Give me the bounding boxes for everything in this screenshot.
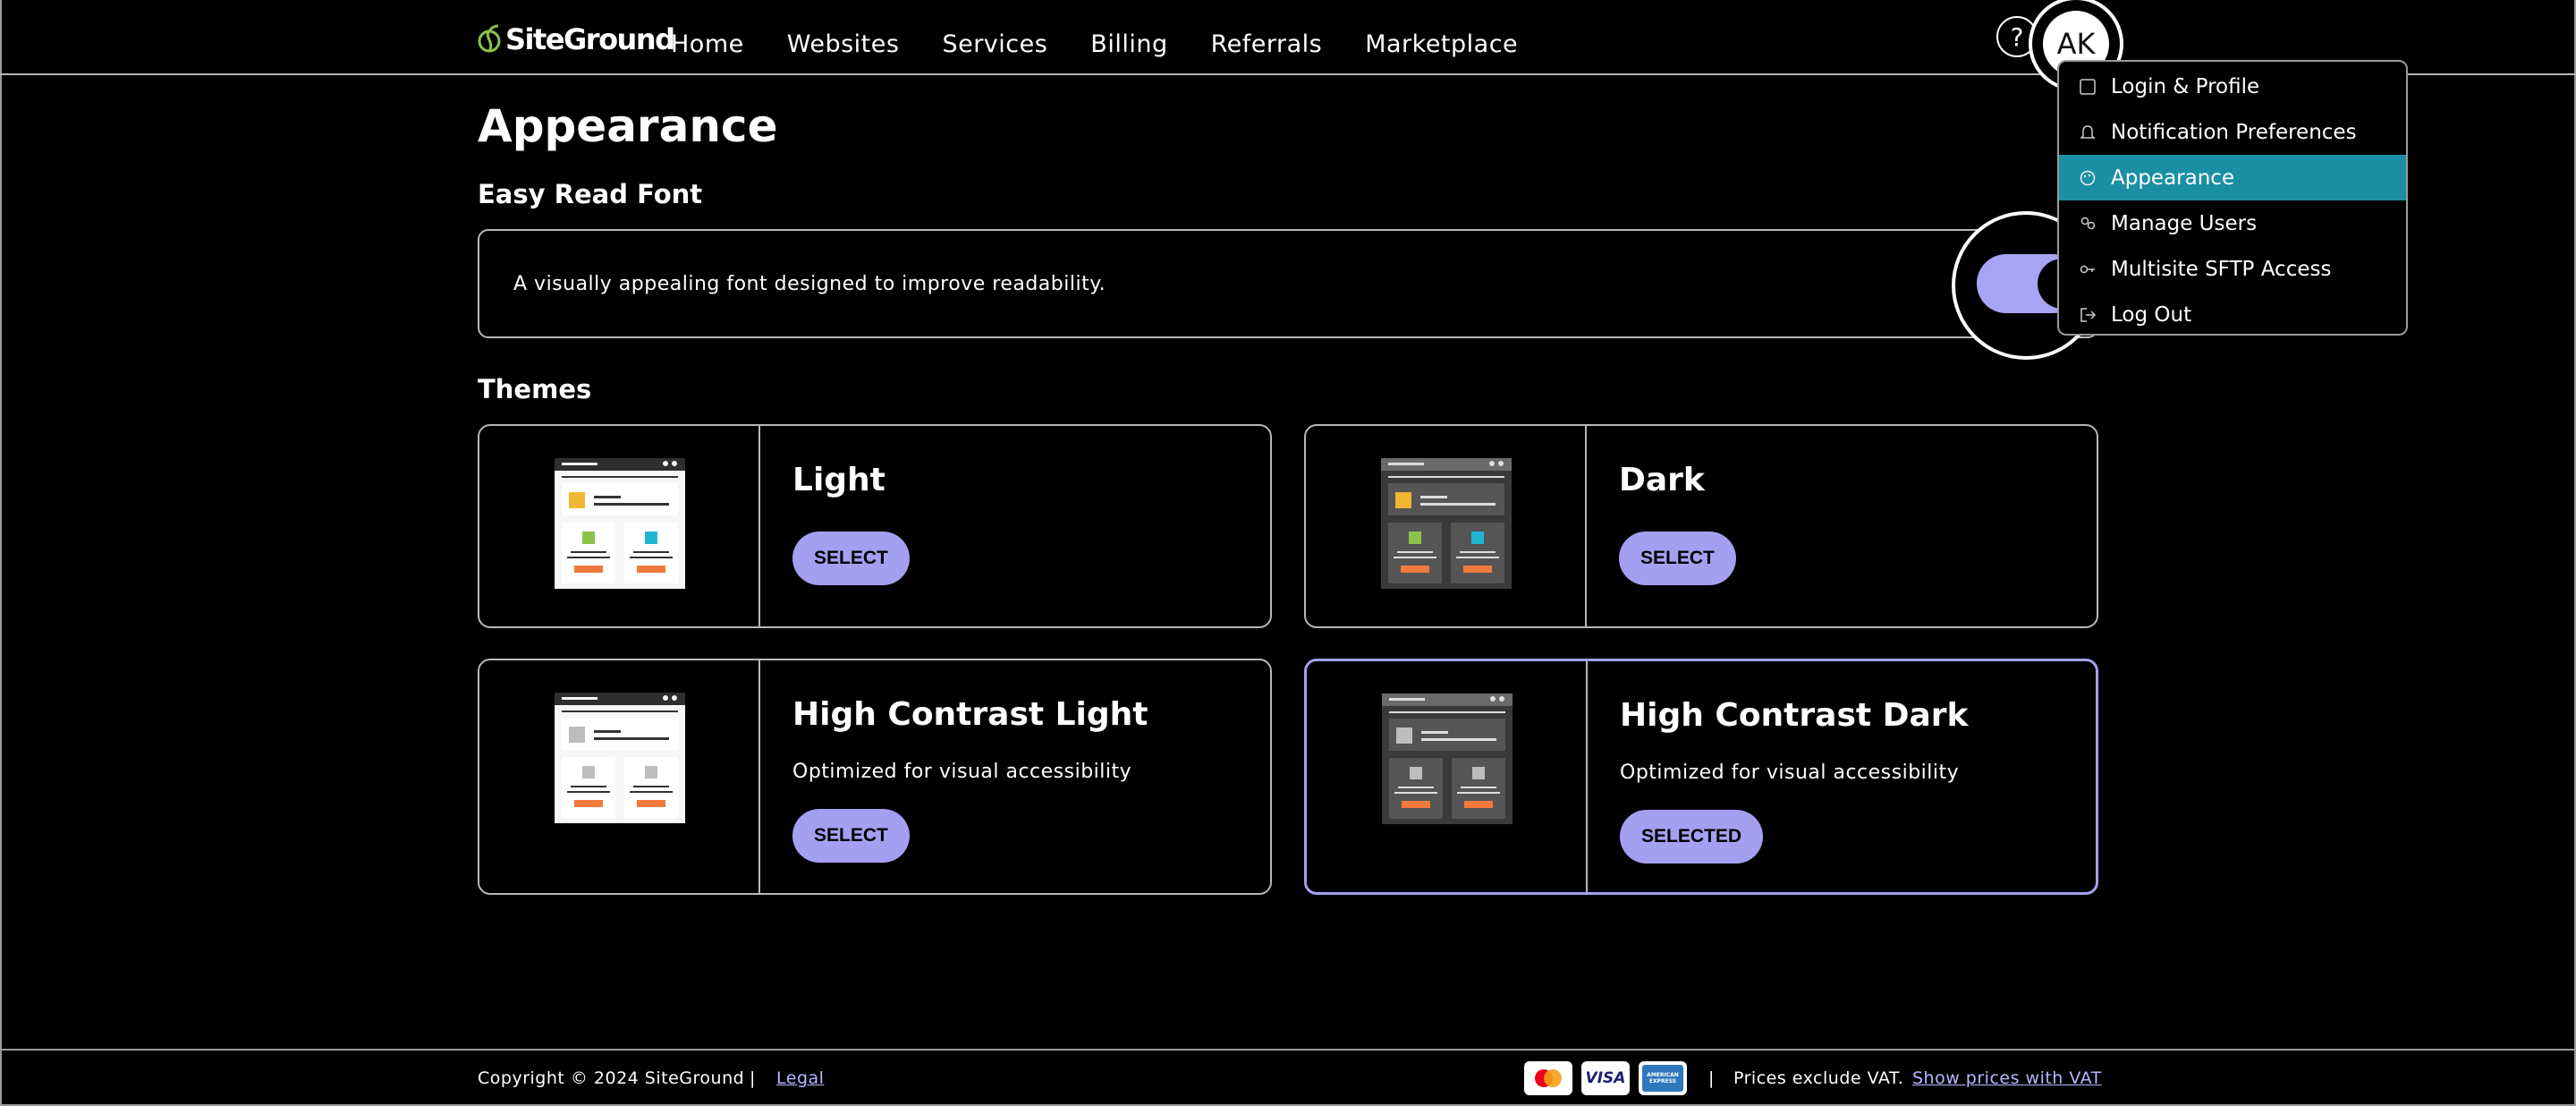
mastercard-icon [1524, 1061, 1572, 1095]
theme-preview-column [479, 426, 760, 626]
visa-icon: VISA [1581, 1061, 1630, 1095]
themes-title: Themes [478, 374, 592, 404]
logout-icon [2080, 308, 2097, 322]
theme-preview-column [1306, 426, 1587, 626]
amex-text: AMERICAN EXPRESS [1642, 1065, 1683, 1092]
nav-home[interactable]: Home [671, 30, 744, 58]
nav-marketplace[interactable]: Marketplace [1365, 30, 1518, 58]
theme-preview-column [1307, 661, 1588, 892]
easy-read-font-description: A visually appealing font designed to im… [513, 273, 1106, 295]
theme-card-dark: Dark SELECT [1304, 424, 2098, 628]
user-menu-dropdown: Login & Profile Notification Preferences… [2057, 60, 2408, 336]
theme-card-light: Light SELECT [478, 424, 1272, 628]
theme-name: Dark [1619, 462, 1705, 498]
menu-item-appearance[interactable]: Appearance [2059, 155, 2406, 200]
vat-note: Prices exclude VAT. [1733, 1068, 1904, 1088]
theme-name: Light [792, 462, 886, 498]
menu-item-label: Multisite SFTP Access [2111, 257, 2332, 281]
palette-icon [2080, 170, 2096, 186]
legal-link[interactable]: Legal [776, 1068, 824, 1088]
key-icon [2080, 265, 2095, 274]
footer-separator-2: | [1708, 1068, 1715, 1088]
select-dark-theme-button[interactable]: SELECT [1619, 532, 1736, 585]
nav-billing[interactable]: Billing [1090, 30, 1167, 58]
theme-card-high-contrast-dark: High Contrast Dark Optimized for visual … [1304, 659, 2098, 895]
copyright-text: Copyright © 2024 SiteGround [478, 1068, 745, 1088]
theme-name: High Contrast Light [792, 696, 1148, 733]
nav-referrals[interactable]: Referrals [1211, 30, 1323, 58]
menu-item-label: Notification Preferences [2111, 120, 2357, 144]
menu-item-manage-users[interactable]: Manage Users [2059, 200, 2406, 246]
page-footer: Copyright © 2024 SiteGround | Legal VISA… [0, 1049, 2576, 1106]
bell-icon [2080, 125, 2096, 139]
selected-high-contrast-dark-theme-button[interactable]: SELECTED [1620, 810, 1764, 864]
users-icon [2080, 217, 2096, 230]
select-high-contrast-light-theme-button[interactable]: SELECT [792, 809, 910, 863]
nav-websites[interactable]: Websites [787, 30, 900, 58]
menu-item-label: Appearance [2111, 166, 2235, 190]
select-light-theme-button[interactable]: SELECT [792, 532, 910, 585]
easy-read-font-card: A visually appealing font designed to im… [478, 229, 2098, 338]
user-icon [2080, 79, 2096, 95]
help-icon: ? [2010, 21, 2024, 52]
theme-card-high-contrast-light: High Contrast Light Optimized for visual… [478, 659, 1272, 895]
footer-separator: | [750, 1068, 756, 1088]
nav-services[interactable]: Services [942, 30, 1047, 58]
menu-item-label: Login & Profile [2111, 74, 2260, 98]
show-prices-with-vat-link[interactable]: Show prices with VAT [1912, 1068, 2102, 1088]
siteground-logo-icon [478, 24, 501, 53]
menu-item-label: Log Out [2111, 302, 2192, 327]
visa-text: VISA [1585, 1069, 1626, 1087]
theme-subtitle: Optimized for visual accessibility [1620, 761, 1960, 784]
theme-subtitle: Optimized for visual accessibility [792, 761, 1132, 783]
siteground-logo[interactable]: SiteGround [477, 21, 675, 57]
menu-item-log-out[interactable]: Log Out [2059, 292, 2406, 337]
theme-preview-column [479, 660, 760, 893]
main-nav: Home Websites Services Billing Referrals… [671, 30, 1518, 58]
easy-read-font-title: Easy Read Font [478, 179, 703, 209]
high-contrast-light-theme-preview-icon [555, 693, 685, 823]
menu-item-login-profile[interactable]: Login & Profile [2059, 64, 2406, 109]
menu-item-label: Manage Users [2111, 211, 2258, 235]
theme-name: High Contrast Dark [1620, 697, 1969, 734]
logo-text: SiteGround [505, 22, 675, 56]
high-contrast-dark-theme-preview-icon [1382, 693, 1513, 824]
light-theme-preview-icon [555, 458, 685, 589]
page-title: Appearance [478, 100, 778, 152]
amex-icon: AMERICAN EXPRESS [1639, 1061, 1687, 1095]
menu-item-notification-preferences[interactable]: Notification Preferences [2059, 109, 2406, 155]
menu-item-multisite-sftp-access[interactable]: Multisite SFTP Access [2059, 246, 2406, 292]
dark-theme-preview-icon [1381, 458, 1512, 589]
